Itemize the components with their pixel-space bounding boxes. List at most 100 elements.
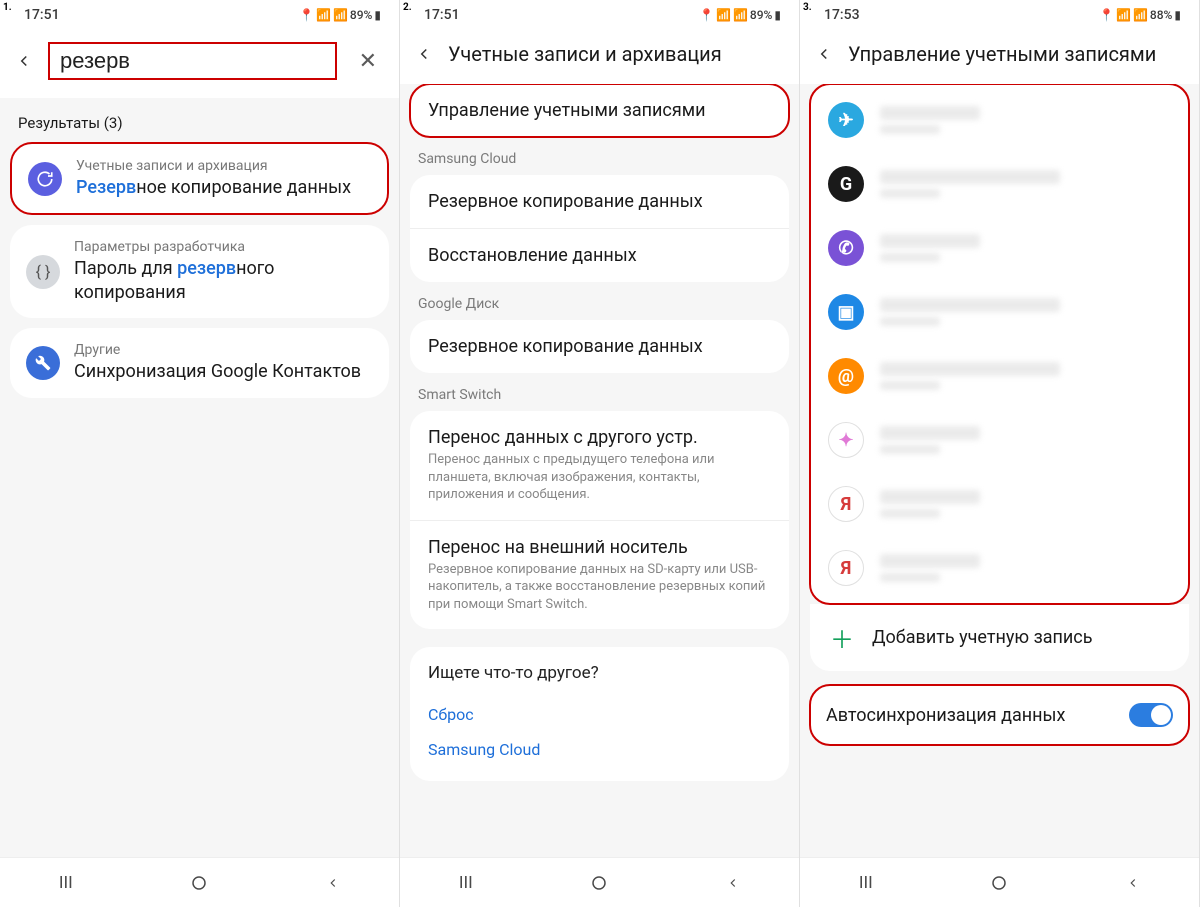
status-time: 17:51: [24, 7, 60, 23]
result-breadcrumb: Параметры разработчика: [74, 239, 373, 255]
signal-icon: 📶: [1133, 8, 1148, 22]
battery-icon: ▮: [374, 8, 381, 22]
samsung-cloud-link[interactable]: Samsung Cloud: [428, 732, 771, 767]
account-app-icon: @: [828, 358, 864, 394]
nav-back[interactable]: [726, 876, 740, 890]
reset-link[interactable]: Сброс: [428, 697, 771, 732]
page-title: Учетные записи и архивация: [448, 42, 783, 66]
page-header: Управление учетными записями: [800, 30, 1199, 84]
account-text-redacted: [880, 426, 980, 454]
result-card-2: { } Параметры разработчика Пароль для ре…: [10, 225, 389, 318]
search-header: ✕: [0, 30, 399, 98]
plus-icon: ＋: [830, 620, 854, 655]
account-text-redacted: [880, 298, 1060, 326]
account-row[interactable]: ✈: [810, 88, 1189, 152]
autosync-toggle[interactable]: [1129, 703, 1173, 727]
nav-home[interactable]: [990, 874, 1008, 892]
battery-icon: ▮: [1174, 8, 1181, 22]
accounts-list: ✈ G ✆ ▣ @ ✦ ЯЯ: [810, 84, 1189, 604]
accounts-icon: [28, 162, 62, 196]
wifi-icon: 📶: [316, 8, 331, 22]
step-label: 2.: [403, 2, 412, 13]
backup-data-link[interactable]: Резервное копирование данных: [410, 175, 789, 229]
account-text-redacted: [880, 362, 1060, 390]
other-icon: [26, 346, 60, 380]
account-app-icon: ✈: [828, 102, 864, 138]
result-row[interactable]: Другие Синхронизация Google Контактов: [10, 328, 389, 397]
samsung-cloud-card: Резервное копирование данных Восстановле…: [410, 175, 789, 282]
result-breadcrumb: Другие: [74, 342, 373, 358]
nav-recents[interactable]: III: [459, 873, 473, 893]
result-row[interactable]: Учетные записи и архивация Резервное коп…: [12, 144, 387, 213]
nav-home[interactable]: [190, 874, 208, 892]
account-app-icon: Я: [828, 550, 864, 586]
section-google-drive: Google Диск: [400, 282, 799, 320]
location-icon: 📍: [299, 8, 314, 22]
battery-icon: ▮: [774, 8, 781, 22]
battery-text: 89%: [350, 8, 372, 22]
add-account-button[interactable]: ＋ Добавить учетную запись: [810, 604, 1189, 671]
step-label: 3.: [803, 2, 812, 13]
google-backup-link[interactable]: Резервное копирование данных: [410, 320, 789, 373]
result-card-3: Другие Синхронизация Google Контактов: [10, 328, 389, 397]
account-row[interactable]: ✦: [810, 408, 1189, 472]
account-row[interactable]: Я: [810, 536, 1189, 600]
account-row[interactable]: @: [810, 344, 1189, 408]
nav-recents[interactable]: III: [59, 873, 73, 893]
account-text-redacted: [880, 554, 980, 582]
location-icon: 📍: [699, 8, 714, 22]
dev-options-icon: { }: [26, 255, 60, 289]
looking-for-card: Ищете что-то другое? Сброс Samsung Cloud: [410, 647, 789, 781]
item-sub: Резервное копирование данных на SD-карту…: [428, 561, 771, 614]
transfer-external-link[interactable]: Перенос на внешний носитель Резервное ко…: [410, 521, 789, 630]
signal-icon: 📶: [333, 8, 348, 22]
autosync-row: Автосинхронизация данных: [810, 685, 1189, 745]
page-title: Управление учетными записями: [848, 42, 1183, 66]
search-input-highlight: [48, 42, 337, 80]
back-button[interactable]: [12, 49, 36, 73]
search-results: Результаты (3) Учетные записи и архиваци…: [0, 98, 399, 857]
result-title: Пароль для резервного копирования: [74, 257, 373, 304]
screen-2-accounts: 2. 17:51 📍 📶 📶 89% ▮ Учетные записи и ар…: [400, 0, 800, 907]
account-row[interactable]: G: [810, 152, 1189, 216]
battery-text: 89%: [750, 8, 772, 22]
back-button[interactable]: [812, 42, 836, 66]
results-count: Результаты (3): [0, 98, 399, 142]
section-smart-switch: Smart Switch: [400, 373, 799, 411]
nav-home[interactable]: [590, 874, 608, 892]
account-app-icon: Я: [828, 486, 864, 522]
account-text-redacted: [880, 234, 980, 262]
account-row[interactable]: ✆: [810, 216, 1189, 280]
location-icon: 📍: [1099, 8, 1114, 22]
account-app-icon: ✆: [828, 230, 864, 266]
wifi-icon: 📶: [1116, 8, 1131, 22]
manage-accounts-link[interactable]: Управление учетными записями: [410, 84, 789, 137]
result-row[interactable]: { } Параметры разработчика Пароль для ре…: [10, 225, 389, 318]
status-bar: 17:51 📍 📶 📶 89% ▮: [0, 0, 399, 30]
result-title: Резервное копирование данных: [76, 176, 371, 199]
manage-accounts-item: Управление учетными записями: [410, 84, 789, 137]
battery-text: 88%: [1150, 8, 1172, 22]
smart-switch-card: Перенос данных с другого устр. Перенос д…: [410, 411, 789, 629]
wifi-icon: 📶: [716, 8, 731, 22]
account-row[interactable]: ▣: [810, 280, 1189, 344]
account-text-redacted: [880, 106, 980, 134]
status-right: 📍 📶 📶 89% ▮: [699, 8, 781, 22]
clear-search-button[interactable]: ✕: [353, 49, 383, 74]
search-input[interactable]: [60, 48, 325, 74]
nav-bar: III: [0, 857, 399, 907]
restore-data-link[interactable]: Восстановление данных: [410, 229, 789, 282]
screen-1-search: 1. 17:51 📍 📶 📶 89% ▮ ✕ Результаты (3): [0, 0, 400, 907]
nav-recents[interactable]: III: [859, 873, 873, 893]
account-row[interactable]: Я: [810, 472, 1189, 536]
nav-back[interactable]: [326, 876, 340, 890]
transfer-from-device-link[interactable]: Перенос данных с другого устр. Перенос д…: [410, 411, 789, 521]
back-button[interactable]: [412, 42, 436, 66]
autosync-label: Автосинхронизация данных: [826, 705, 1065, 726]
status-time: 17:51: [424, 7, 460, 23]
add-account-label: Добавить учетную запись: [872, 627, 1093, 648]
item-title: Перенос на внешний носитель: [428, 537, 771, 558]
item-sub: Перенос данных с предыдущего телефона ил…: [428, 451, 771, 504]
step-label: 1.: [3, 2, 12, 13]
nav-back[interactable]: [1126, 876, 1140, 890]
